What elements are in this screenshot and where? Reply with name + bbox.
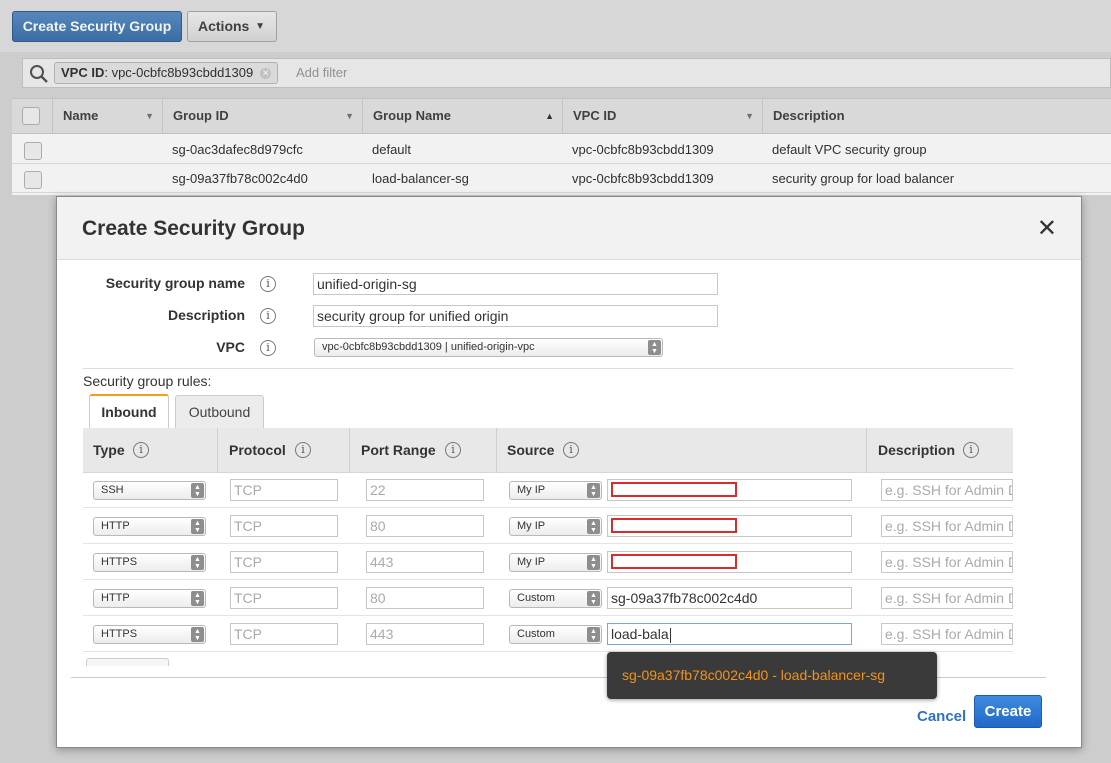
add-rule-button[interactable]: [86, 658, 169, 666]
highlight-box: [611, 554, 737, 569]
rule-source-select[interactable]: Custom ▲ ▼: [509, 589, 602, 608]
rule-port-range-field[interactable]: 80: [366, 587, 484, 609]
select-arrows-icon: ▲ ▼: [587, 627, 600, 642]
rule-source-input-active[interactable]: load-bala: [607, 623, 852, 645]
rule-port-range-field[interactable]: 443: [366, 551, 484, 573]
select-arrows-icon: ▲ ▼: [191, 555, 204, 570]
rule-source-select[interactable]: Custom ▲ ▼: [509, 625, 602, 644]
row-divider: [83, 615, 1013, 616]
info-icon[interactable]: i: [563, 442, 579, 458]
info-icon[interactable]: i: [260, 276, 276, 292]
close-icon[interactable]: ✕: [1037, 217, 1057, 241]
create-button[interactable]: Create: [974, 695, 1042, 728]
rule-source-select[interactable]: My IP ▲ ▼: [509, 553, 602, 572]
info-icon[interactable]: i: [295, 442, 311, 458]
rule-source-select[interactable]: My IP ▲ ▼: [509, 517, 602, 536]
select-arrows-icon: ▲ ▼: [191, 627, 204, 642]
dialog-title: Create Security Group: [82, 217, 305, 240]
rule-port-range-field[interactable]: 80: [366, 515, 484, 537]
rule-description-input[interactable]: e.g. SSH for Admin D: [881, 479, 1013, 501]
description-input[interactable]: security group for unified origin: [313, 305, 718, 327]
autocomplete-suggestion[interactable]: sg-09a37fb78c002c4d0 - load-balancer-sg: [607, 652, 937, 699]
select-arrows-icon: ▲ ▼: [587, 483, 600, 498]
rule-header-description: Description: [878, 442, 956, 458]
rule-port-range-field[interactable]: 443: [366, 623, 484, 645]
row-divider: [83, 543, 1013, 544]
select-arrows-icon: ▲ ▼: [587, 555, 600, 570]
rule-type-select[interactable]: HTTPS ▲ ▼: [93, 625, 206, 644]
rule-type-select[interactable]: SSH ▲ ▼: [93, 481, 206, 500]
cancel-button[interactable]: Cancel: [917, 708, 966, 725]
select-arrows-icon: ▲ ▼: [587, 519, 600, 534]
rule-type-select[interactable]: HTTP ▲ ▼: [93, 589, 206, 608]
rule-protocol-field: TCP: [230, 623, 338, 645]
vpc-label: VPC: [216, 339, 245, 355]
info-icon[interactable]: i: [260, 308, 276, 324]
rule-header-port-range: Port Range: [361, 442, 436, 458]
row-divider: [83, 579, 1013, 580]
info-icon[interactable]: i: [133, 442, 149, 458]
text-cursor: [669, 627, 671, 643]
vpc-select[interactable]: vpc-0cbfc8b93cbdd1309 | unified-origin-v…: [314, 338, 663, 357]
select-arrows-icon: ▲ ▼: [191, 591, 204, 606]
rules-table-header: Type i Protocol i Port Range i Source i …: [83, 428, 1013, 473]
rule-protocol-field: TCP: [230, 551, 338, 573]
rule-protocol-field: TCP: [230, 515, 338, 537]
rule-header-type: Type: [93, 442, 125, 458]
rule-protocol-field: TCP: [230, 587, 338, 609]
description-label: Description: [167, 307, 245, 323]
tab-outbound[interactable]: Outbound: [175, 395, 264, 428]
rule-type-select[interactable]: HTTPS ▲ ▼: [93, 553, 206, 572]
select-arrows-icon: ▲ ▼: [191, 519, 204, 534]
vpc-select-value: vpc-0cbfc8b93cbdd1309 | unified-origin-v…: [322, 341, 535, 353]
rule-source-input[interactable]: sg-09a37fb78c002c4d0: [607, 587, 852, 609]
rule-source-select[interactable]: My IP ▲ ▼: [509, 481, 602, 500]
column-divider: [349, 428, 350, 473]
select-arrows-icon: ▲ ▼: [648, 340, 661, 355]
divider: [83, 368, 1013, 369]
rule-description-input[interactable]: e.g. SSH for Admin D: [881, 551, 1013, 573]
rule-header-source: Source: [507, 442, 555, 458]
select-arrows-icon: ▲ ▼: [191, 483, 204, 498]
column-divider: [496, 428, 497, 473]
create-security-group-dialog: Create Security Group ✕ Security group n…: [56, 196, 1082, 748]
rule-description-input[interactable]: e.g. SSH for Admin D: [881, 623, 1013, 645]
security-group-name-label: Security group name: [105, 275, 245, 291]
security-group-name-input[interactable]: unified-origin-sg: [313, 273, 718, 295]
column-divider: [866, 428, 867, 473]
rule-description-input[interactable]: e.g. SSH for Admin D: [881, 515, 1013, 537]
info-icon[interactable]: i: [963, 442, 979, 458]
rule-description-input[interactable]: e.g. SSH for Admin D: [881, 587, 1013, 609]
row-divider: [83, 507, 1013, 508]
rule-type-select[interactable]: HTTP ▲ ▼: [93, 517, 206, 536]
highlight-box: [611, 518, 737, 533]
tab-inbound[interactable]: Inbound: [89, 394, 169, 429]
rule-header-protocol: Protocol: [229, 442, 286, 458]
highlight-box: [611, 482, 737, 497]
info-icon[interactable]: i: [260, 340, 276, 356]
info-icon[interactable]: i: [445, 442, 461, 458]
dialog-header: Create Security Group ✕: [57, 197, 1081, 260]
column-divider: [217, 428, 218, 473]
rule-protocol-field: TCP: [230, 479, 338, 501]
rule-port-range-field[interactable]: 22: [366, 479, 484, 501]
security-group-rules-label: Security group rules:: [83, 373, 212, 389]
select-arrows-icon: ▲ ▼: [587, 591, 600, 606]
